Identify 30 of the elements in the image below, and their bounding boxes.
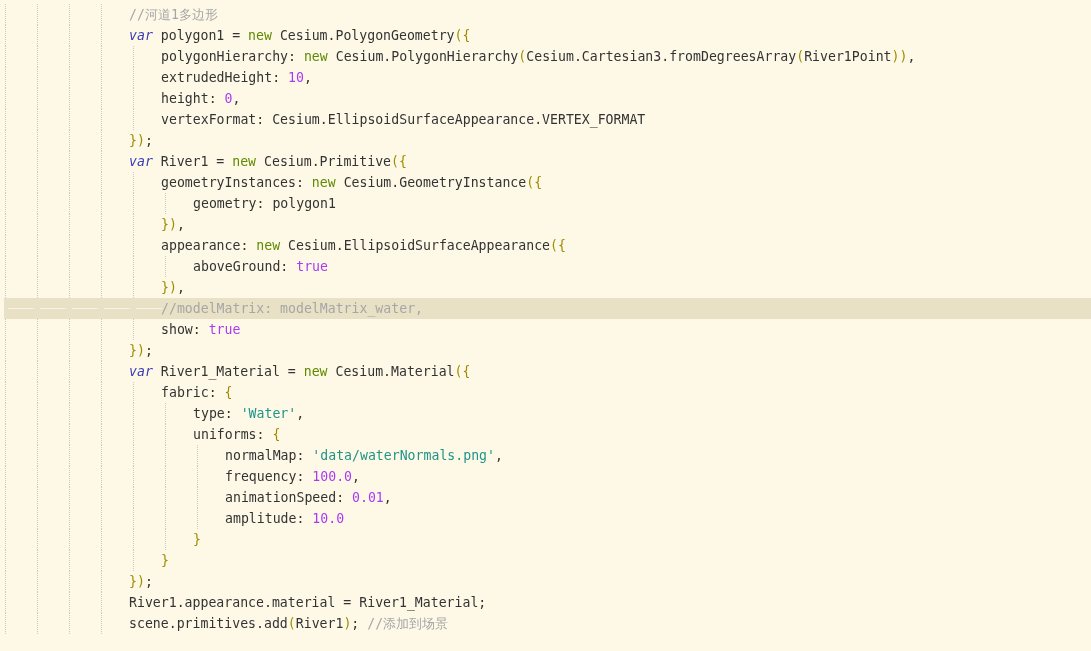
code-line: animationSpeed: 0.01, (225, 489, 392, 507)
code-line: frequency: 100.0, (225, 468, 360, 486)
code-line: aboveGround: true (193, 258, 328, 276)
code-line: }); (129, 342, 153, 360)
code-line: amplitude: 10.0 (225, 510, 345, 528)
code-line: }); (129, 573, 153, 591)
code-line: var River1_Material = new Cesium.Material({ (129, 363, 471, 382)
code-line: height: 0, (161, 90, 241, 108)
code-line: normalMap: 'data/waterNormals.png', (225, 447, 503, 465)
code-line: extrudedHeight: 10, (161, 69, 312, 87)
code-line: var River1 = new Cesium.Primitive({ (129, 153, 407, 171)
code-line: }), (161, 216, 185, 234)
code-line: }); (129, 132, 153, 150)
code-line: } (161, 552, 169, 570)
code-line: geometry: polygon1 (193, 195, 336, 213)
code-line: //modelMatrix: modelMatrix_water, (161, 300, 423, 319)
code-line: } (193, 531, 201, 549)
code-line: type: 'Water', (193, 405, 305, 423)
code-line: vertexFormat: Cesium.EllipsoidSurfaceAppearance.VERTEX_FORMAT (161, 111, 646, 130)
code-line: River1.appearance.material = River1_Material; (129, 594, 487, 613)
code-line: uniforms: { (193, 426, 281, 444)
code-line: polygonHierarchy: new Cesium.PolygonHierarchy(Cesium.Cartesian3.fromDegreesArray(River1Point)), (161, 48, 916, 66)
code-line: var polygon1 = new Cesium.PolygonGeometry({ (129, 27, 471, 45)
code-line: geometryInstances: new Cesium.GeometryInstance({ (161, 174, 543, 192)
code-line: fabric: { (161, 384, 233, 402)
code-line: scene.primitives.add(River1); //添加到场景 (129, 615, 449, 633)
code-line: appearance: new Cesium.EllipsoidSurfaceAppearance({ (161, 237, 566, 255)
code-line: }), (161, 279, 185, 297)
code-line: show: true (161, 321, 241, 339)
code-line: //河道1多边形 (129, 6, 218, 24)
